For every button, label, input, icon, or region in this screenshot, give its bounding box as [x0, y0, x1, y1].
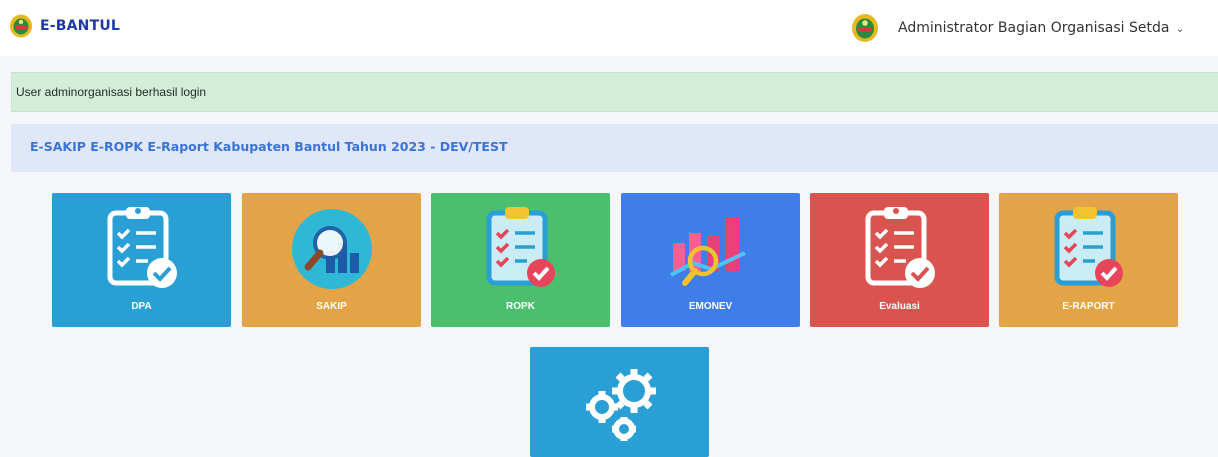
- user-menu[interactable]: Administrator Bagian Organisasi Setda ⌄: [851, 13, 1185, 43]
- analytics-chart-icon: [670, 217, 746, 286]
- tile-evaluasi[interactable]: Evaluasi: [810, 193, 989, 327]
- tile-label: ROPK: [506, 301, 535, 312]
- bantul-logo-icon: [852, 14, 878, 42]
- tile-label: EMONEV: [688, 301, 733, 312]
- magnifier-chart-icon: [292, 209, 372, 289]
- clipboard-check-icon: [1054, 207, 1123, 287]
- tile-label: E-RAPORT: [1062, 301, 1115, 312]
- tile-emonev[interactable]: EMONEV: [621, 193, 800, 327]
- tile-settings[interactable]: [530, 347, 709, 457]
- gears-icon: [586, 369, 656, 441]
- brand-name: E-BANTUL: [40, 18, 121, 34]
- tile-ropk[interactable]: ROPK: [431, 193, 610, 327]
- chevron-down-icon: ⌄: [1175, 21, 1185, 35]
- top-navbar: E-BANTUL Administrator Bagian Organisasi…: [0, 0, 1218, 56]
- bantul-logo-icon: [10, 14, 32, 38]
- tile-label: DPA: [131, 301, 152, 312]
- tile-label: SAKIP: [316, 301, 347, 312]
- info-banner: E-SAKIP E-ROPK E-Raport Kabupaten Bantul…: [11, 124, 1218, 172]
- clipboard-check-icon: [107, 207, 177, 288]
- brand[interactable]: E-BANTUL: [9, 14, 120, 38]
- clipboard-check-icon: [486, 207, 555, 287]
- tile-sakip[interactable]: SAKIP: [242, 193, 421, 327]
- success-alert: User adminorganisasi berhasil login: [11, 72, 1218, 112]
- user-name: Administrator Bagian Organisasi Setda: [898, 20, 1170, 36]
- tile-e-raport[interactable]: E-RAPORT: [999, 193, 1178, 327]
- alert-message: User adminorganisasi berhasil login: [16, 85, 207, 99]
- page-title: E-SAKIP E-ROPK E-Raport Kabupaten Bantul…: [30, 139, 508, 154]
- tile-label: Evaluasi: [879, 301, 920, 312]
- clipboard-check-icon: [865, 207, 935, 288]
- tile-dpa[interactable]: DPA: [52, 193, 231, 327]
